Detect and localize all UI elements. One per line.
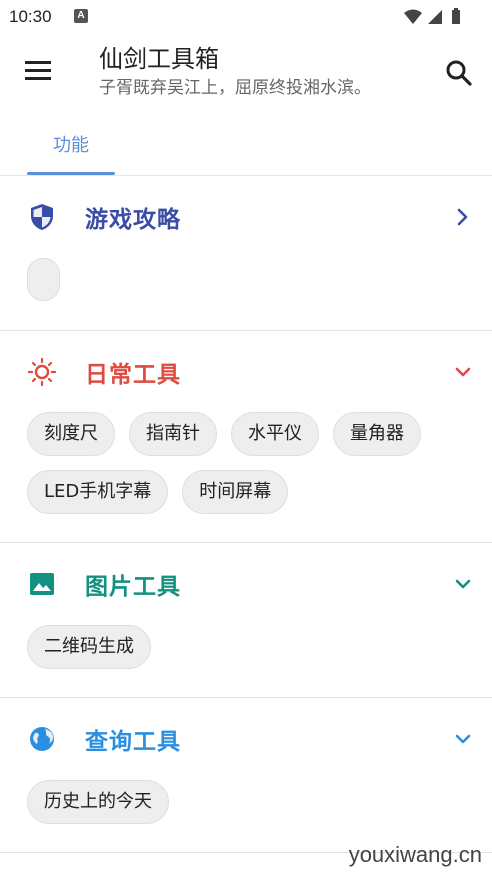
signal-icon <box>428 10 442 24</box>
app-subtitle: 子胥既弃吴江上，屈原终投湘水滨。 <box>99 78 371 98</box>
section-header-query-tools[interactable]: 查询工具 <box>0 698 492 776</box>
empty-chip[interactable] <box>27 258 60 301</box>
section-header-image-tools[interactable]: 图片工具 <box>0 543 492 621</box>
chip-group: 历史上的今天 <box>27 780 477 824</box>
image-icon <box>27 569 57 599</box>
chip-group <box>27 258 477 301</box>
section-header-game-guides[interactable]: 游戏攻略 <box>0 176 492 254</box>
chevron-down-icon <box>450 359 476 385</box>
section-title: 图片工具 <box>85 574 181 600</box>
chip-time-screen[interactable]: 时间屏幕 <box>182 470 289 514</box>
section-header-daily-tools[interactable]: 日常工具 <box>0 331 492 409</box>
shield-icon <box>27 202 57 232</box>
search-icon <box>446 60 472 86</box>
chip-group: 二维码生成 <box>27 625 477 669</box>
chip-ruler[interactable]: 刻度尺 <box>27 412 115 456</box>
globe-icon <box>27 724 57 754</box>
section-title: 查询工具 <box>85 729 181 755</box>
section-daily-tools: 日常工具 刻度尺 指南针 水平仪 量角器 LED手机字幕 时间屏幕 <box>0 331 492 543</box>
app-bar: 仙剑工具箱 子胥既弃吴江上，屈原终投湘水滨。 <box>0 34 492 114</box>
menu-button[interactable] <box>22 56 56 86</box>
chip-compass[interactable]: 指南针 <box>129 412 217 456</box>
section-query-tools: 查询工具 历史上的今天 <box>0 698 492 853</box>
battery-icon <box>452 8 460 24</box>
chevron-down-icon <box>450 726 476 752</box>
chip-group: 刻度尺 指南针 水平仪 量角器 LED手机字幕 时间屏幕 <box>27 412 477 514</box>
app-title: 仙剑工具箱 <box>99 45 219 73</box>
tab-label: 功能 <box>53 135 89 156</box>
section-image-tools: 图片工具 二维码生成 <box>0 543 492 698</box>
status-icons <box>402 8 482 26</box>
title-block: 仙剑工具箱 子胥既弃吴江上，屈原终投湘水滨。 <box>99 44 371 100</box>
chip-level[interactable]: 水平仪 <box>231 412 319 456</box>
chip-today-in-history[interactable]: 历史上的今天 <box>27 780 169 824</box>
section-title: 日常工具 <box>85 362 181 388</box>
status-bar: 10:30 A <box>0 0 492 34</box>
watermark: youxiwang.cn <box>348 842 482 867</box>
chip-led-subtitle[interactable]: LED手机字幕 <box>27 470 169 514</box>
status-time: 10:30 <box>9 7 52 26</box>
tab-functions[interactable]: 功能 <box>27 114 115 175</box>
hamburger-menu-icon <box>25 61 51 80</box>
section-game-guides: 游戏攻略 <box>0 176 492 331</box>
wifi-icon <box>404 9 422 24</box>
chip-protractor[interactable]: 量角器 <box>333 412 421 456</box>
search-button[interactable] <box>442 56 476 90</box>
notification-icon: A <box>74 9 88 23</box>
tab-bar: 功能 <box>0 114 492 176</box>
section-title: 游戏攻略 <box>85 207 181 233</box>
tab-indicator <box>27 172 115 175</box>
chip-qr-generator[interactable]: 二维码生成 <box>27 625 151 669</box>
chevron-down-icon <box>450 571 476 597</box>
sun-icon <box>27 357 57 387</box>
chevron-right-icon <box>450 204 476 230</box>
